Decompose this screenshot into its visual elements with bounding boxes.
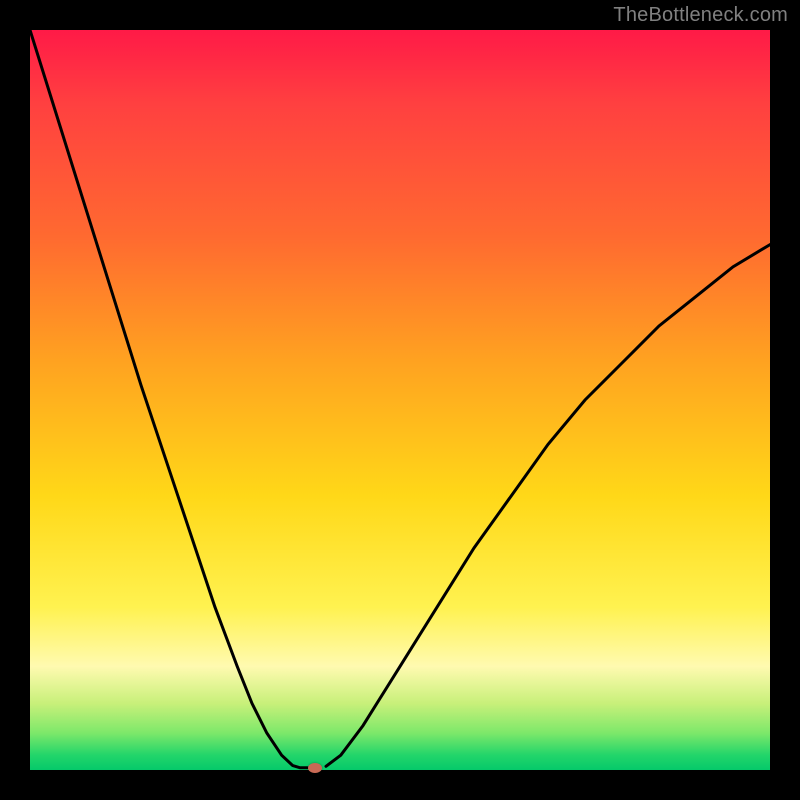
curve-right-path [326,245,770,767]
optimal-point-marker [308,763,322,773]
bottleneck-curve [30,30,770,770]
chart-frame: TheBottleneck.com [0,0,800,800]
watermark-text: TheBottleneck.com [613,4,788,27]
curve-left-path [30,30,308,768]
